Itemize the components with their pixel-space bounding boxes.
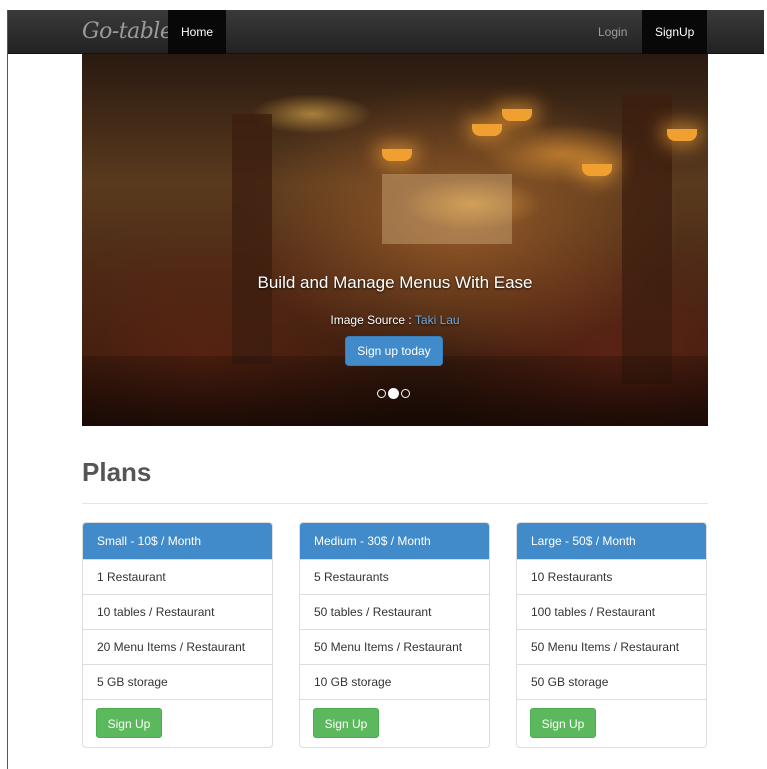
- background-lamp: [382, 149, 412, 161]
- plan-feature: 10 Restaurants: [517, 559, 706, 594]
- image-source-caption: Image Source : Taki Lau: [82, 313, 708, 327]
- carousel-indicator-1[interactable]: [377, 389, 386, 399]
- sign-up-today-button[interactable]: Sign up today: [345, 336, 443, 366]
- plan-small-sign-up-button[interactable]: Sign Up: [96, 708, 162, 738]
- background-lamp: [472, 124, 502, 136]
- plan-footer: Sign Up: [300, 699, 489, 747]
- plan-footer: Sign Up: [83, 699, 272, 747]
- plan-card-small: Small - 10$ / Month 1 Restaurant 10 tabl…: [82, 522, 273, 748]
- plan-feature: 5 Restaurants: [300, 559, 489, 594]
- plan-feature: 10 tables / Restaurant: [83, 594, 272, 629]
- plan-feature: 100 tables / Restaurant: [517, 594, 706, 629]
- nav-signup-link[interactable]: SignUp: [642, 10, 708, 54]
- plan-footer: Sign Up: [517, 699, 706, 747]
- plan-card-large: Large - 50$ / Month 10 Restaurants 100 t…: [516, 522, 707, 748]
- nav-home-link[interactable]: Home: [168, 10, 227, 54]
- carousel-indicator-3[interactable]: [401, 389, 410, 399]
- plan-feature: 50 tables / Restaurant: [300, 594, 489, 629]
- plan-card-medium: Medium - 30$ / Month 5 Restaurants 50 ta…: [299, 522, 490, 748]
- plan-feature: 50 Menu Items / Restaurant: [517, 629, 706, 664]
- plan-feature: 20 Menu Items / Restaurant: [83, 629, 272, 664]
- background-lamp: [502, 109, 532, 121]
- background-lamp: [582, 164, 612, 176]
- plan-title: Medium - 30$ / Month: [300, 523, 489, 559]
- background-pillar: [622, 94, 672, 384]
- image-source-link[interactable]: Taki Lau: [415, 313, 460, 327]
- plan-title: Small - 10$ / Month: [83, 523, 272, 559]
- plans-heading: Plans: [82, 457, 152, 487]
- image-source-label: Image Source :: [330, 313, 415, 327]
- plan-medium-sign-up-button[interactable]: Sign Up: [313, 708, 379, 738]
- nav-login-link[interactable]: Login: [585, 10, 640, 54]
- window-left-border: [7, 10, 8, 769]
- brand-logo[interactable]: Go-table: [82, 17, 173, 47]
- hero-title: Build and Manage Menus With Ease: [257, 273, 533, 292]
- plan-feature: 5 GB storage: [83, 664, 272, 699]
- plan-title: Large - 50$ / Month: [517, 523, 706, 559]
- hero-carousel[interactable]: Build and Manage Menus With Ease Image S…: [82, 54, 708, 426]
- plan-feature: 50 Menu Items / Restaurant: [300, 629, 489, 664]
- plans-divider: [82, 503, 708, 504]
- plan-feature: 10 GB storage: [300, 664, 489, 699]
- plan-large-sign-up-button[interactable]: Sign Up: [530, 708, 596, 738]
- carousel-indicators: [376, 385, 411, 400]
- background-window: [382, 174, 512, 244]
- navbar: Go-table Home Login SignUp: [8, 10, 764, 54]
- plan-feature: 50 GB storage: [517, 664, 706, 699]
- background-lamp: [667, 129, 697, 141]
- plan-feature: 1 Restaurant: [83, 559, 272, 594]
